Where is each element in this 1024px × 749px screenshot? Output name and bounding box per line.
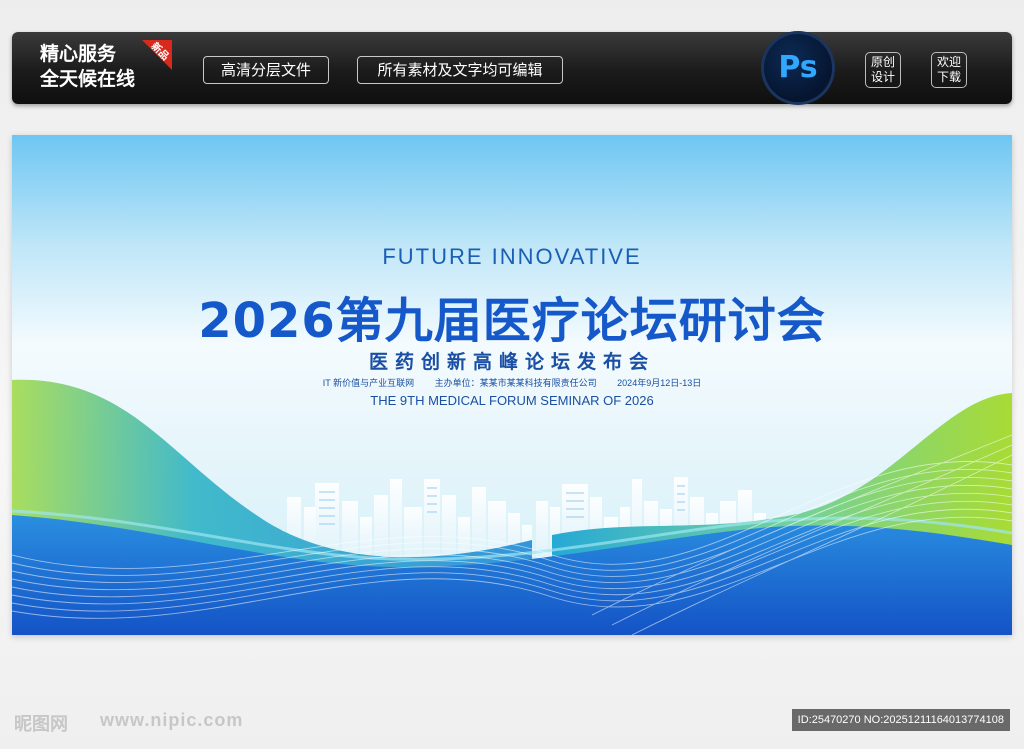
welcome-download-line-2: 下载 bbox=[936, 70, 961, 84]
photoshop-icon: Ps bbox=[764, 34, 832, 102]
nipic-logo: 昵图网 bbox=[14, 714, 68, 735]
subtitle: 医药创新高峰论坛发布会 bbox=[368, 351, 655, 373]
title-english: FUTURE INNOVATIVE bbox=[382, 244, 642, 269]
seminar-english: THE 9TH MEDICAL FORUM SEMINAR OF 2026 bbox=[370, 393, 654, 408]
photoshop-label: Ps bbox=[778, 50, 818, 85]
original-design-line-1: 原创 bbox=[870, 55, 895, 69]
welcome-download-badge: 欢迎 下载 bbox=[931, 52, 967, 88]
top-banner: 精心服务 全天候在线 新品 高清分层文件 所有素材及文字均可编辑 Ps 原创 设… bbox=[12, 32, 1012, 104]
original-design-badge: 原创 设计 bbox=[865, 52, 901, 88]
original-design-line-2: 设计 bbox=[870, 70, 895, 84]
image-id-label: ID:25470270 NO:20251211164013774108 bbox=[791, 709, 1010, 731]
forum-poster: FUTURE INNOVATIVE 2026第九届医疗论坛研讨会 医药创新高峰论… bbox=[12, 135, 1012, 635]
info-line: IT 新价值与产业互联网 主办单位：某某市某某科技有限责任公司 2024年9月1… bbox=[12, 376, 1012, 389]
info-date: 2024年9月12日-13日 bbox=[617, 378, 702, 388]
editable-materials-pill: 所有素材及文字均可编辑 bbox=[357, 56, 563, 84]
new-badge: 新品 bbox=[142, 40, 172, 70]
new-badge-label: 新品 bbox=[148, 40, 171, 63]
title-main: 2026第九届医疗论坛研讨会 bbox=[198, 293, 826, 349]
hd-layer-file-pill: 高清分层文件 bbox=[203, 56, 329, 84]
service-line-2: 全天候在线 bbox=[40, 68, 136, 90]
service-slogan: 精心服务 全天候在线 bbox=[40, 42, 135, 92]
welcome-download-line-1: 欢迎 bbox=[936, 55, 961, 69]
info-theme: IT 新价值与产业互联网 bbox=[322, 378, 415, 388]
nipic-url: www.nipic.com bbox=[100, 710, 244, 730]
info-organizer: 主办单位：某某市某某科技有限责任公司 bbox=[434, 378, 597, 388]
service-line-1: 精心服务 bbox=[40, 43, 117, 65]
